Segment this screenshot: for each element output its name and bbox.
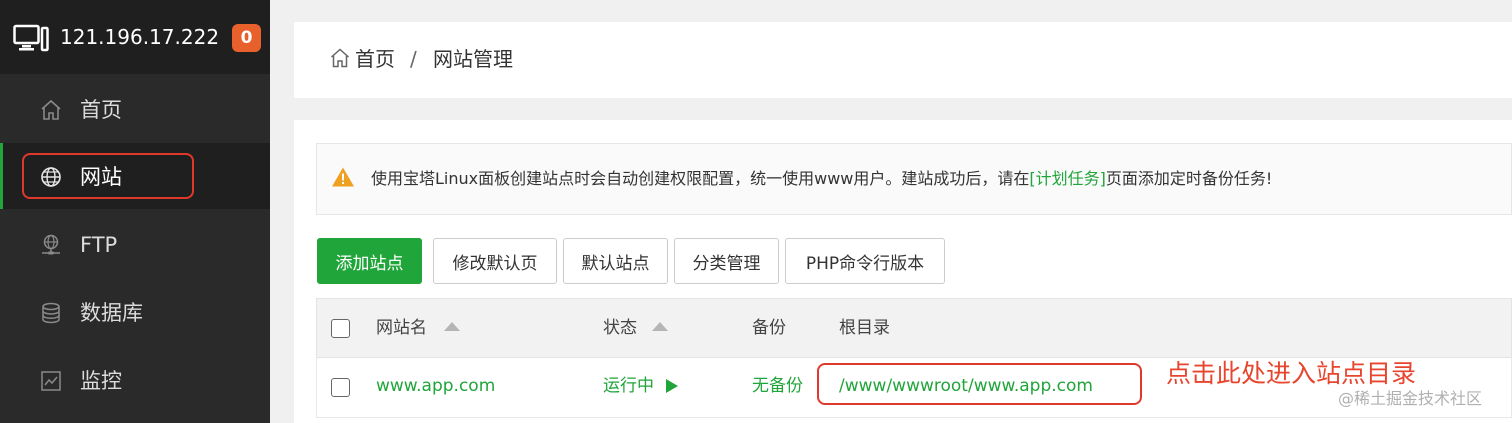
column-header-root-dir: 根目录 [839, 318, 890, 338]
sidebar-item-ftp[interactable]: FTP [0, 211, 270, 277]
php-cli-version-button[interactable]: PHP命令行版本 [785, 238, 945, 284]
edit-default-page-button[interactable]: 修改默认页 [433, 238, 557, 284]
column-header-backup: 备份 [752, 318, 786, 338]
server-ip: 121.196.17.222 [60, 25, 220, 49]
table-header [316, 298, 1512, 358]
select-all-checkbox[interactable] [331, 319, 350, 338]
database-icon [42, 302, 60, 324]
sidebar-item-label: 数据库 [80, 301, 143, 325]
backup-status-link[interactable]: 无备份 [752, 374, 803, 398]
ftp-icon [42, 234, 60, 255]
warning-icon [332, 167, 354, 187]
annotation-text: 点击此处进入站点目录 [1166, 359, 1417, 388]
column-header-site-name[interactable]: 网站名 [376, 316, 427, 340]
home-icon [41, 99, 61, 120]
sort-up-icon[interactable] [444, 322, 460, 331]
column-header-status[interactable]: 状态 [603, 316, 637, 340]
category-manage-button[interactable]: 分类管理 [674, 238, 779, 284]
sidebar-item-monitor[interactable]: 监控 [0, 347, 270, 413]
monitor-icon [41, 371, 61, 391]
notice-text-after: 页面添加定时备份任务! [1105, 169, 1273, 188]
breadcrumb-separator: / [410, 47, 417, 71]
row-checkbox[interactable] [331, 378, 350, 397]
site-name-link[interactable]: www.app.com [376, 374, 495, 398]
notice-text: 使用宝塔Linux面板创建站点时会自动创建权限配置，统一使用www用户。建站成功… [371, 167, 1272, 191]
highlight-box-website [22, 153, 194, 199]
sidebar-item-label: FTP [80, 233, 118, 257]
add-site-button[interactable]: 添加站点 [317, 238, 422, 284]
sidebar-item-label: 首页 [80, 98, 122, 122]
default-site-button[interactable]: 默认站点 [563, 238, 668, 284]
scheduled-tasks-link[interactable]: [计划任务] [1029, 169, 1106, 188]
play-icon[interactable] [666, 379, 678, 393]
home-icon[interactable] [329, 47, 351, 69]
breadcrumb-home[interactable]: 首页 [355, 45, 395, 73]
monitor-server-icon [13, 24, 49, 52]
notice-text-before: 使用宝塔Linux面板创建站点时会自动创建权限配置，统一使用www用户。建站成功… [371, 169, 1030, 188]
sort-up-icon[interactable] [652, 322, 668, 331]
page-title: 网站管理 [433, 47, 513, 71]
sidebar-item-database[interactable]: 数据库 [0, 279, 270, 345]
highlight-box-root-dir [817, 363, 1142, 405]
sidebar-item-label: 监控 [80, 369, 122, 393]
sidebar-item-home[interactable]: 首页 [0, 76, 270, 142]
notification-badge[interactable]: 0 [232, 24, 261, 52]
server-bar[interactable]: 121.196.17.222 0 [0, 0, 270, 74]
watermark: @稀土掘金技术社区 [1338, 389, 1483, 408]
sidebar: 121.196.17.222 0 首页 网站 FTP 数据库 监控 [0, 0, 270, 423]
status-running-toggle[interactable]: 运行中 [603, 374, 654, 398]
